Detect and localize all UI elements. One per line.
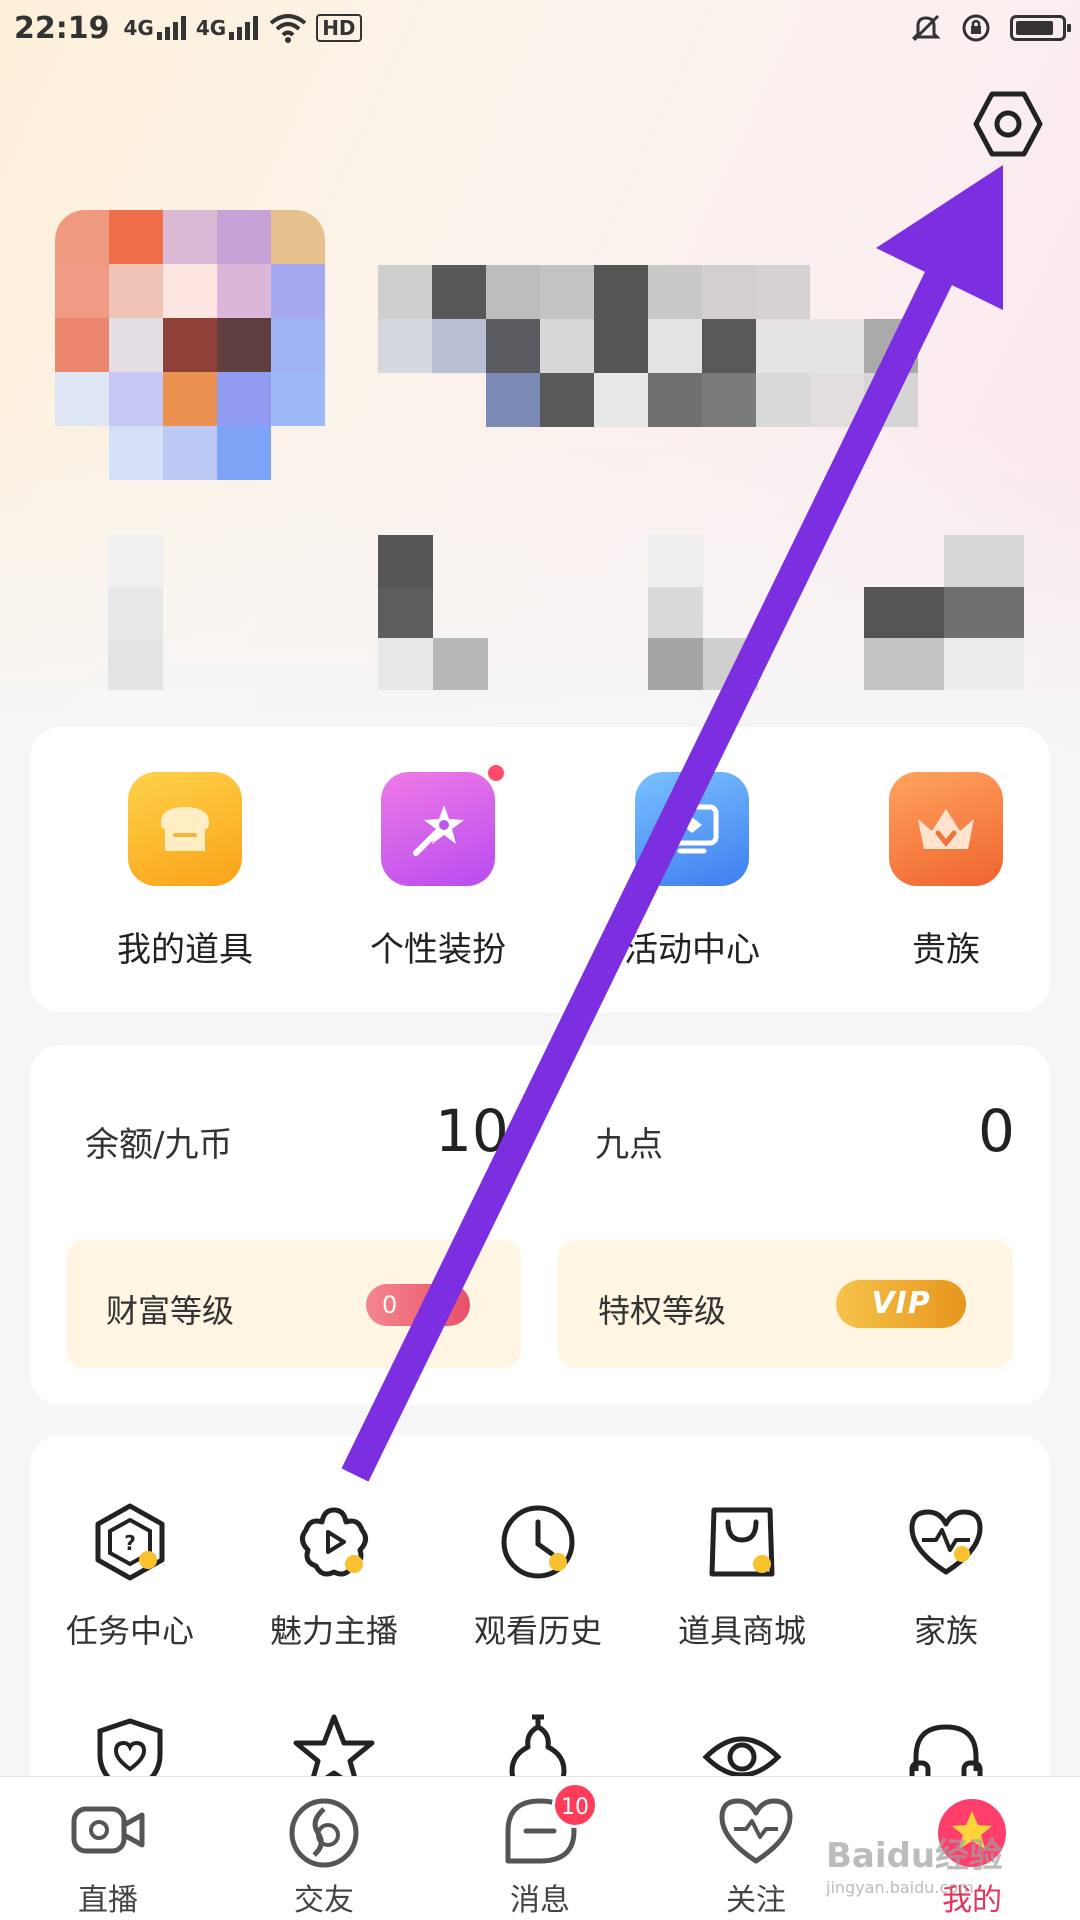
status-bar: 22:19 4G 4G HD: [0, 0, 1080, 56]
coin-balance-label: 余额/九币: [85, 1125, 233, 1165]
wealth-level-box[interactable]: 财富等级 0: [66, 1240, 521, 1368]
services-card: ? 任务中心 魅力主播 观看历史 道具商城 家族: [30, 1435, 1050, 1835]
network-type-1: 4G: [123, 16, 154, 40]
baidu-watermark: Baidu经验: [826, 1836, 1004, 1876]
privilege-level-box[interactable]: 特权等级 VIP: [558, 1240, 1013, 1368]
service-label: 观看历史: [473, 1612, 602, 1650]
camera-icon: [71, 1806, 145, 1854]
signal-bars-icon: [229, 16, 259, 40]
service-prop-mall[interactable]: 道具商城: [642, 1500, 842, 1652]
points-label: 九点: [595, 1125, 663, 1165]
signal-bars-icon: [156, 16, 186, 40]
balance-card: 余额/九币 10 九点 0 财富等级 0 特权等级 VIP: [30, 1045, 1050, 1405]
feature-label: 个性装扮: [370, 930, 506, 970]
service-task-center[interactable]: ? 任务中心: [30, 1500, 230, 1652]
flower-play-icon: [300, 1507, 368, 1577]
service-family[interactable]: 家族: [846, 1500, 1046, 1652]
nav-label: 交友: [294, 1883, 354, 1918]
bell-muted-icon: [911, 14, 941, 42]
rotation-lock-icon: [962, 14, 990, 42]
nav-label: 直播: [78, 1883, 138, 1918]
baidu-watermark-url: jingyan.baidu.com: [826, 1878, 974, 1897]
service-label: 魅力主播: [269, 1612, 398, 1650]
wealth-level-badge: 0: [366, 1284, 470, 1326]
status-time: 22:19: [14, 10, 110, 46]
feature-label: 我的道具: [117, 930, 253, 970]
signal-1: 4G: [124, 16, 186, 40]
crown-icon: [889, 772, 1003, 886]
feature-label: 贵族: [912, 930, 980, 970]
avatar[interactable]: [55, 210, 325, 480]
service-label: 家族: [913, 1612, 978, 1650]
feature-nobility[interactable]: 贵族: [846, 772, 1046, 971]
feature-activity-center[interactable]: 活动中心: [592, 772, 792, 971]
heart-pulse-icon: [909, 1509, 983, 1575]
wealth-level-label: 财富等级: [106, 1292, 235, 1330]
signal-2: 4G: [195, 16, 259, 40]
feature-card: 我的道具 个性装扮 活动中心 贵族: [30, 727, 1050, 1012]
service-label: 道具商城: [677, 1612, 806, 1650]
feature-dress-up[interactable]: 个性装扮: [338, 762, 538, 971]
nav-live[interactable]: 直播: [0, 1777, 216, 1920]
nav-messages[interactable]: 消息: [432, 1777, 648, 1920]
profile-stats-censored: [108, 535, 1028, 690]
message-count-badge: 10: [552, 1782, 598, 1828]
feature-my-props[interactable]: 我的道具: [85, 772, 285, 971]
feature-label: 活动中心: [624, 930, 760, 970]
friends-icon: [289, 1798, 359, 1868]
service-watch-history[interactable]: 观看历史: [438, 1500, 638, 1652]
nav-label: 消息: [510, 1883, 570, 1918]
service-charm-anchor[interactable]: 魅力主播: [234, 1500, 434, 1652]
battery-icon: [1010, 15, 1071, 41]
toast-icon: [128, 772, 242, 886]
task-icon: ?: [95, 1503, 165, 1581]
points-value[interactable]: 0: [978, 1097, 1015, 1165]
settings-gear-icon[interactable]: [972, 88, 1044, 160]
network-type-2: 4G: [195, 16, 227, 40]
coin-balance-value[interactable]: 10: [435, 1097, 509, 1165]
shopping-bag-icon: [709, 1507, 775, 1577]
magic-wand-icon: [381, 762, 507, 886]
privilege-level-label: 特权等级: [598, 1292, 727, 1330]
heart-icon: [719, 1798, 793, 1864]
activity-icon: [635, 772, 749, 886]
svg-text:?: ?: [124, 1531, 136, 1555]
clock-icon: [501, 1505, 575, 1579]
new-dot: [485, 762, 507, 784]
service-label: 任务中心: [65, 1612, 194, 1650]
vip-badge: VIP: [836, 1280, 966, 1328]
nav-friends[interactable]: 交友: [216, 1777, 432, 1920]
wifi-icon: [269, 14, 307, 43]
hd-indicator: HD: [316, 14, 362, 42]
nickname-censored: [378, 265, 918, 427]
